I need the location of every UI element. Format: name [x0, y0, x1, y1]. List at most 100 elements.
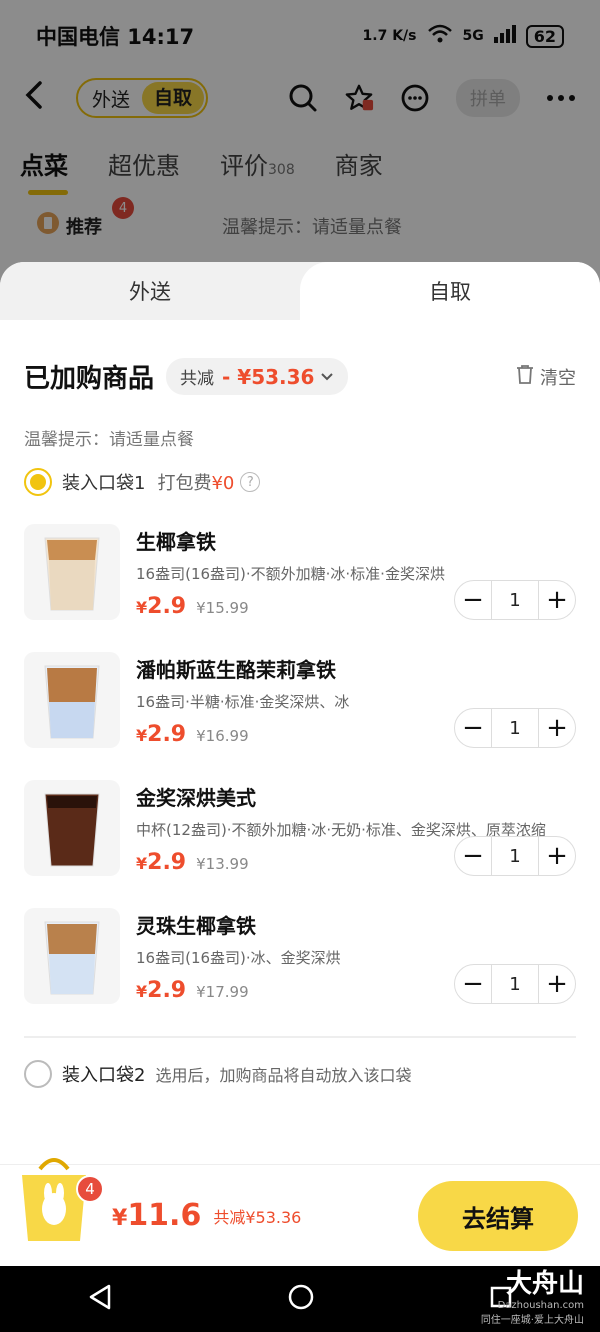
tab-merchant[interactable]: 商家: [335, 146, 383, 181]
plus-button[interactable]: +: [539, 837, 575, 875]
watermark-domain: Dazhoushan.com: [497, 1300, 584, 1311]
nav-back-icon[interactable]: [87, 1283, 113, 1315]
total-symbol: ¥: [112, 1206, 128, 1231]
total-price: ¥11.6: [112, 1198, 201, 1233]
recommend-icon: [36, 211, 60, 240]
more-icon[interactable]: [546, 83, 576, 113]
carrier-time: 中国电信 14:17: [36, 25, 195, 49]
bag1-radio[interactable]: [24, 468, 52, 496]
price-value: 2.9: [147, 721, 187, 747]
price-value: 2.9: [147, 849, 187, 875]
original-price: ¥15.99: [196, 598, 249, 617]
tab-reviews-count: 308: [268, 162, 295, 178]
plus-button[interactable]: +: [539, 709, 575, 747]
mode-pickup[interactable]: 自取: [142, 82, 205, 114]
watermark: 大舟山 Dazhoushan.com 同住一座城·爱上大舟山: [481, 1263, 584, 1326]
product-name: 灵珠生椰拿铁: [136, 914, 256, 938]
cart-item: 潘帕斯蓝生酪茉莉拿铁 16盎司·半糖·标准·金奖深烘、冰 ¥2.9 ¥16.99…: [24, 652, 576, 748]
clear-label: 清空: [540, 367, 576, 389]
quantity-value: 1: [491, 965, 539, 1003]
tab-deals[interactable]: 超优惠: [108, 146, 180, 181]
status-bar: 中国电信 14:17 1.7 K/s 5G 62: [0, 0, 600, 72]
original-price: ¥16.99: [196, 726, 249, 745]
product-price: ¥2.9: [136, 978, 186, 1003]
product-name: 金奖深烘美式: [136, 786, 256, 810]
search-icon[interactable]: [288, 83, 318, 113]
minus-button[interactable]: −: [455, 965, 491, 1003]
price-symbol: ¥: [136, 725, 148, 745]
recommend-tip: 温馨提示：请适量点餐: [222, 216, 402, 238]
product-image: [24, 908, 120, 1004]
original-price: ¥13.99: [196, 854, 249, 873]
cart-count-badge: 4: [76, 1175, 104, 1203]
bag1-label: 装入口袋1: [62, 473, 146, 494]
plus-button[interactable]: +: [539, 965, 575, 1003]
product-price: ¥2.9: [136, 850, 186, 875]
product-name: 生椰拿铁: [136, 530, 216, 554]
mode-toggle[interactable]: 外送 自取: [76, 78, 209, 118]
packing-fee-label: 打包费: [157, 473, 212, 494]
quantity-value: 1: [491, 709, 539, 747]
price-symbol: ¥: [136, 853, 148, 873]
saving-label: 共减: [180, 369, 215, 389]
product-price: ¥2.9: [136, 722, 186, 747]
minus-button[interactable]: −: [455, 709, 491, 747]
price-value: 2.9: [147, 593, 187, 619]
shopping-bag-icon[interactable]: 4: [14, 1145, 104, 1255]
cart-header: 已加购商品 共减 - ¥53.36 清空: [0, 320, 600, 395]
bag2-row[interactable]: 装入口袋2 选用后，加购商品将自动放入该口袋: [0, 1038, 600, 1088]
recommend-label[interactable]: 推荐: [66, 213, 102, 239]
back-icon[interactable]: [24, 79, 64, 117]
top-bar: 外送 自取 拼单: [0, 72, 600, 124]
watermark-slogan: 同住一座城·爱上大舟山: [480, 1315, 584, 1326]
product-price: ¥2.9: [136, 594, 186, 619]
chat-icon[interactable]: [400, 83, 430, 113]
help-icon[interactable]: ?: [240, 472, 261, 492]
sheet-tabs: 外送 自取: [0, 262, 600, 320]
quantity-stepper: − 1 +: [454, 964, 576, 1004]
main-tabs: 点菜 超优惠 评价308 商家: [0, 124, 600, 195]
tab-reviews[interactable]: 评价308: [220, 146, 295, 181]
signal-icon: [493, 25, 516, 47]
recommend-badge: 4: [112, 197, 134, 219]
minus-button[interactable]: −: [455, 837, 491, 875]
group-order-button[interactable]: 拼单: [456, 79, 520, 117]
checkout-bar: 4 ¥11.6 共减¥53.36 去结算: [0, 1158, 600, 1266]
close-icon[interactable]: [552, 207, 574, 242]
bag2-radio[interactable]: [24, 1059, 52, 1088]
sheet-tab-delivery[interactable]: 外送: [0, 262, 300, 320]
cart-items: 生椰拿铁 16盎司(16盎司)·不额外加糖·冰·标准·金奖深烘 ¥2.9 ¥15…: [0, 496, 600, 1004]
cart-sheet: 外送 自取 已加购商品 共减 - ¥53.36 清空 温馨提示：请适量点餐 装入…: [0, 262, 600, 1266]
sheet-tab-pickup[interactable]: 自取: [300, 262, 600, 320]
price-symbol: ¥: [136, 981, 148, 1001]
plus-button[interactable]: +: [539, 581, 575, 619]
saving-pill[interactable]: 共减 - ¥53.36: [166, 358, 349, 395]
chevron-down-icon: [320, 367, 334, 387]
cart-item: 生椰拿铁 16盎司(16盎司)·不额外加糖·冰·标准·金奖深烘 ¥2.9 ¥15…: [24, 524, 576, 620]
network-type: 5G: [462, 28, 484, 44]
cart-item: 金奖深烘美式 中杯(12盎司)·不额外加糖·冰·无奶·标准、金奖深烘、原萃浓缩 …: [24, 780, 576, 876]
wifi-icon: [427, 24, 453, 48]
packing-fee-value: ¥0: [211, 473, 235, 494]
total-value: 11.6: [127, 1198, 202, 1233]
clear-button[interactable]: 清空: [516, 364, 576, 390]
quantity-stepper: − 1 +: [454, 580, 576, 620]
product-image: [24, 780, 120, 876]
bag1-row[interactable]: 装入口袋1 打包费¥0 ?: [0, 450, 600, 496]
price-value: 2.9: [147, 977, 187, 1003]
trash-icon: [516, 364, 534, 389]
order-tip: 温馨提示：请适量点餐: [24, 430, 194, 450]
quantity-stepper: − 1 +: [454, 708, 576, 748]
checkout-button[interactable]: 去结算: [418, 1181, 578, 1251]
minus-button[interactable]: −: [455, 581, 491, 619]
nav-home-icon[interactable]: [287, 1283, 315, 1315]
system-nav-bar: 大舟山 Dazhoushan.com 同住一座城·爱上大舟山: [0, 1266, 600, 1332]
product-image: [24, 652, 120, 748]
tab-order[interactable]: 点菜: [20, 146, 68, 195]
mode-delivery[interactable]: 外送: [80, 85, 142, 112]
tab-deals-label: 超优惠: [108, 152, 180, 180]
bag2-label: 装入口袋2: [62, 1064, 146, 1086]
cart-title: 已加购商品: [24, 364, 155, 394]
product-image: [24, 524, 120, 620]
star-favorite-icon[interactable]: [344, 83, 374, 113]
